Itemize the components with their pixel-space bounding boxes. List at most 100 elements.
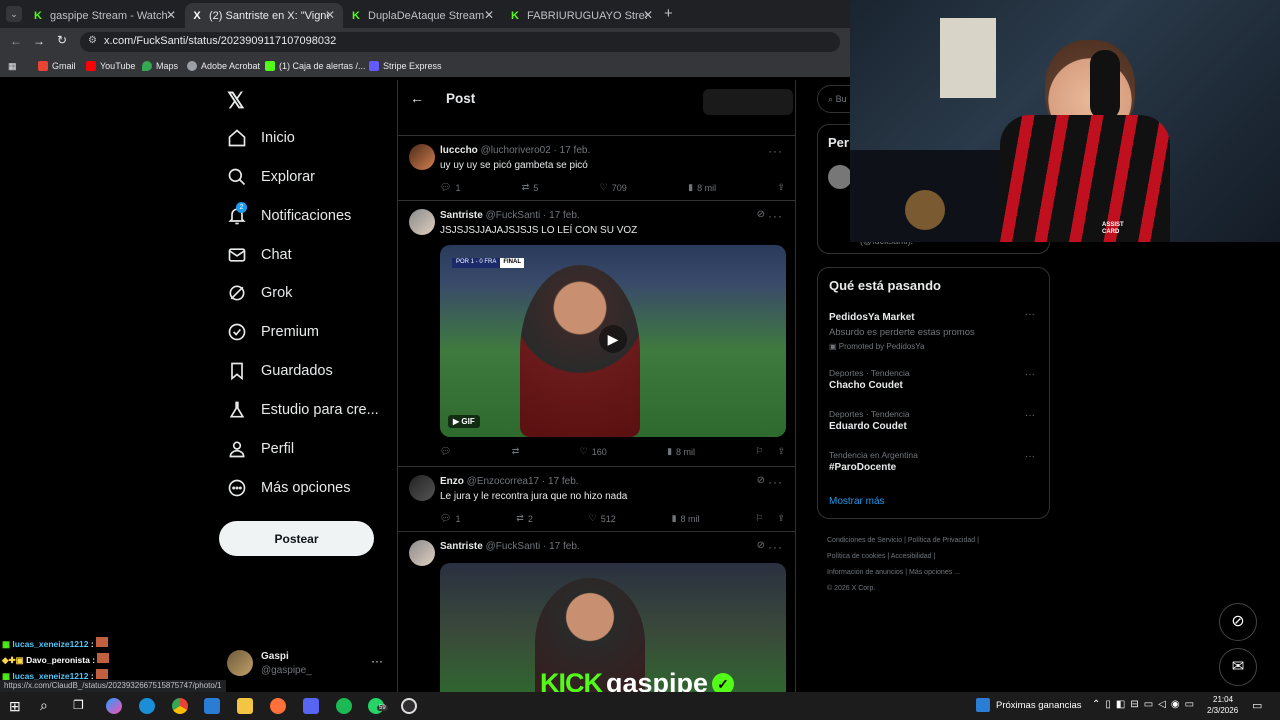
notification-icon[interactable]: ▭ [1252,699,1262,712]
trend-item[interactable]: Tendencia en Argentina #ParoDocente [829,450,918,473]
more-icon[interactable]: ··· [1025,309,1035,320]
more-icon[interactable]: ··· [768,540,783,554]
like-button[interactable]: ♡ 709 [600,182,627,193]
share-button[interactable]: ⇪ [777,182,785,193]
show-more-link[interactable]: Mostrar más [829,496,885,507]
search-icon[interactable]: ⌕ [40,697,48,714]
tweet-date[interactable]: · 17 feb. [554,145,591,156]
footer-link[interactable]: Condiciones de Servicio [827,537,902,544]
tab-list-button[interactable]: ⌄ [6,6,22,22]
footer-link[interactable]: Información de anuncios [827,569,903,576]
tweet-date[interactable]: · 17 feb. [542,476,579,487]
grok-icon[interactable]: ⊘ [757,209,765,220]
bookmark-stripe[interactable]: Stripe Express [369,61,442,71]
nav-item-grok[interactable]: Grok [219,277,292,309]
obs-icon[interactable] [401,698,417,714]
trend-item[interactable]: Deportes · Tendencia Eduardo Coudet [829,409,910,432]
clock-time[interactable]: 21:04 [1213,695,1233,704]
edge-icon[interactable] [139,698,155,714]
nav-item-creator-studio[interactable]: Estudio para cre... [219,394,379,426]
more-icon[interactable]: ··· [768,475,783,489]
forward-icon[interactable]: → [33,34,45,48]
weather-icon[interactable] [976,698,990,712]
author-handle[interactable]: @FuckSanti [486,210,541,221]
tab-0[interactable]: K gaspipe Stream - Watch Live o ✕ [26,3,184,28]
firefox-icon[interactable] [270,698,286,714]
nav-item-profile[interactable]: Perfil [219,433,294,465]
weather-text[interactable]: Próximas ganancias [996,700,1082,711]
store-icon[interactable] [204,698,220,714]
footer-link[interactable]: Accesibilidad [891,553,932,560]
close-icon[interactable]: ✕ [325,8,335,22]
copilot-icon[interactable] [106,698,122,714]
footer-link[interactable]: Más opciones ... [909,569,960,576]
tweet-date[interactable]: · 17 feb. [543,541,580,552]
share-icon[interactable]: ⇪ [777,446,785,457]
bookmark-button[interactable]: ⚐ ⇪ [755,513,785,524]
bookmark-acrobat[interactable]: Adobe Acrobat [187,61,260,71]
bookmark-youtube[interactable]: YouTube [86,61,135,71]
tab-3[interactable]: K FABRIURUGUAYO Stream - Wat ✕ [503,3,661,28]
trend-item[interactable]: PedidosYa Market Absurdo es perderte est… [829,310,1039,351]
author-handle[interactable]: @luchorivero02 [481,145,551,156]
share-icon[interactable]: ⇪ [777,513,785,524]
nav-item-premium[interactable]: Premium [219,316,319,348]
nav-item-explore[interactable]: Explorar [219,161,315,193]
back-arrow-icon[interactable]: ← [410,90,424,106]
messages-fab[interactable]: ✉ [1219,648,1257,686]
address-bar[interactable]: ⚙ x.com/FuckSanti/status/202390911710709… [80,32,840,52]
windows-start-icon[interactable]: ⊞ [9,698,21,715]
more-icon[interactable]: ··· [1025,369,1035,380]
author-name[interactable]: lucccho [440,145,478,156]
bookmark-button[interactable]: ⚐ ⇪ [755,446,785,457]
bookmark-alerts[interactable]: (1) Caja de alertas /... [265,61,366,71]
grok-icon[interactable]: ⊘ [757,540,765,551]
trend-item[interactable]: Deportes · Tendencia Chacho Coudet [829,368,910,391]
views-button[interactable]: ▮ 8 mil [688,182,716,193]
author-name[interactable]: Santriste [440,210,483,221]
spotify-icon[interactable] [336,698,352,714]
grok-fab[interactable]: ⊘ [1219,603,1257,641]
reply-tweet[interactable]: lucccho @luchorivero02 · 17 feb. ··· uy … [398,136,795,201]
footer-link[interactable]: Política de cookies [827,553,885,560]
reply-button[interactable]: 💬︎ 1 [440,182,460,193]
tab-1[interactable]: X (2) Santriste en X: "Vignolo si n ✕ [185,3,343,28]
reply-button[interactable]: 💬︎ 1 [440,513,460,524]
task-view-icon[interactable]: ❐ [73,698,84,712]
more-icon[interactable]: ··· [1025,410,1035,421]
post-button[interactable]: Postear [219,521,374,556]
gif-media[interactable]: POR 1 - 0 FRA FINAL ▶ ▶ GIF [440,245,786,437]
reply-tweet[interactable]: Enzo @Enzocorrea17 · 17 feb. ⊘ ··· Le ju… [398,467,795,532]
nav-item-bookmarks[interactable]: Guardados [219,355,333,387]
account-switcher[interactable]: Gaspi @gaspipe_ ··· [227,650,397,682]
retweet-button[interactable]: ⇄ 5 [522,182,539,193]
nav-item-home[interactable]: Inicio [219,122,295,154]
close-icon[interactable]: ✕ [166,8,176,22]
more-icon[interactable]: ··· [1025,451,1035,462]
more-icon[interactable]: ··· [768,209,783,223]
author-name[interactable]: Santriste [440,541,483,552]
author-name[interactable]: Enzo [440,476,464,487]
clock-date[interactable]: 2/3/2026 [1207,706,1238,715]
footer-link[interactable]: Política de Privacidad [908,537,975,544]
nav-item-chat[interactable]: Chat [219,239,292,271]
play-icon[interactable]: ▶ [599,325,627,353]
close-icon[interactable]: ✕ [643,8,653,22]
chrome-icon[interactable] [172,698,188,714]
reply-tweet[interactable]: Santriste @FuckSanti · 17 feb. ⊘ ··· JSJ… [398,201,795,467]
tray-icons[interactable]: ⌃▯◧⊟▭◁◉▭ [1092,699,1199,710]
new-tab-button[interactable]: + [664,5,673,22]
close-icon[interactable]: ✕ [484,8,494,22]
x-logo-icon[interactable]: 𝕏 [227,88,245,114]
more-icon[interactable]: ··· [768,144,783,158]
folder-icon[interactable] [237,698,253,714]
bookmark-maps[interactable]: Maps [142,61,178,71]
like-button[interactable]: ♡ 160 [580,446,607,457]
tweet-date[interactable]: · 17 feb. [543,210,580,221]
author-handle[interactable]: @Enzocorrea17 [467,476,539,487]
retweet-button[interactable]: ⇄ 2 [516,513,533,524]
like-button[interactable]: ♡ 512 [589,513,616,524]
views-button[interactable]: ▮ 8 mil [672,513,700,524]
back-icon[interactable]: ← [10,34,22,48]
nav-item-more[interactable]: Más opciones [219,472,350,504]
